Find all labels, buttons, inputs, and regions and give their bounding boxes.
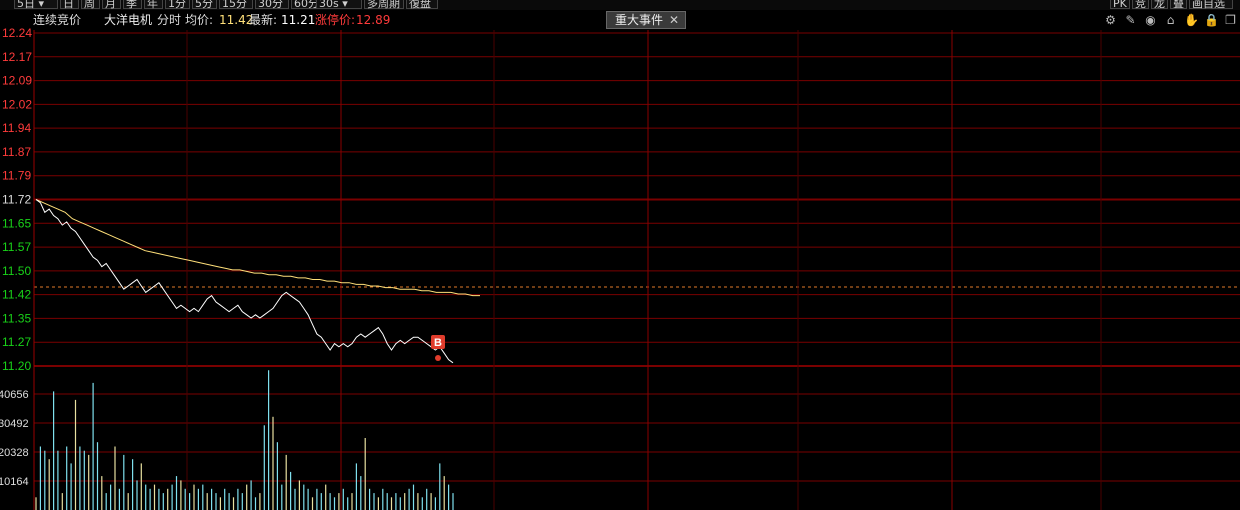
price-line (35, 199, 454, 364)
period-0[interactable]: 日 (60, 0, 79, 10)
right-tool-1[interactable]: 竞 (1132, 0, 1149, 10)
lock-icon[interactable]: 🔒 (1204, 14, 1219, 27)
chart-grid (34, 32, 1240, 482)
right-tool-3[interactable]: 叠 (1170, 0, 1187, 10)
period-toolbar: 5日 ▾ 日周月季年 1分 5分 15分 30分 60分 30s ▾ 多周期 復盘 PK 竞龙叠画自选 (0, 0, 1240, 10)
stock-name[interactable]: 大洋电机 (104, 10, 152, 30)
period-1[interactable]: 周 (81, 0, 100, 10)
latest-label: 最新: (249, 13, 278, 27)
chart-area[interactable]: 12.2412.1712.0912.0211.9411.8711.7911.72… (0, 0, 1240, 510)
price-axis: 12.2412.1712.0912.0211.9411.8711.7911.72… (2, 26, 32, 373)
price-tick: 11.20 (2, 359, 31, 373)
right-tool-4[interactable]: 画自选 (1189, 0, 1233, 10)
limit-up-label: 涨停价: (315, 13, 356, 27)
eye-icon[interactable]: ◉ (1144, 14, 1157, 27)
chart-vertical-grid (33, 30, 1102, 510)
period-7[interactable]: 15分 (219, 0, 253, 10)
major-events-tab[interactable]: 重大事件 ✕ (606, 11, 686, 29)
price-tick: 11.87 (2, 145, 31, 159)
period-6[interactable]: 5分 (192, 0, 217, 10)
buy-marker-dot (435, 355, 441, 361)
price-tick: 11.27 (2, 335, 31, 349)
volume-bars (35, 370, 454, 510)
multi-period-button[interactable]: 多周期 (364, 0, 404, 10)
latest-value: 11.21 (281, 13, 316, 27)
buy-marker-label: B (434, 337, 442, 349)
right-tool-0[interactable]: PK (1110, 0, 1130, 10)
price-tick: 11.72 (2, 193, 31, 207)
price-tick: 12.02 (2, 97, 32, 111)
price-tick: 12.09 (2, 74, 32, 88)
price-tick: 11.65 (2, 216, 31, 230)
avg-label: 均价: (185, 13, 214, 27)
price-tick: 11.35 (2, 311, 31, 325)
volume-tick: 40656 (0, 389, 29, 401)
price-tick: 11.42 (2, 288, 31, 302)
basket-icon[interactable]: ⌂ (1164, 14, 1177, 27)
price-tick: 11.57 (2, 240, 31, 254)
period-2[interactable]: 月 (102, 0, 121, 10)
copy-icon[interactable]: ❐ (1224, 14, 1237, 27)
period-5[interactable]: 1分 (165, 0, 190, 10)
buy-marker[interactable]: B (431, 335, 445, 361)
period-3[interactable]: 季 (123, 0, 142, 10)
pen-icon[interactable]: ✎ (1124, 14, 1137, 27)
auction-status: 连续竞价 (33, 13, 82, 27)
hand-icon[interactable]: ✋ (1184, 14, 1199, 27)
volume-axis: 40656 30492 20328 10164 (0, 389, 29, 488)
price-tick: 11.79 (2, 169, 31, 183)
close-icon[interactable]: ✕ (669, 12, 679, 28)
limit-up-value: 12.89 (356, 13, 391, 27)
volume-tick: 10164 (0, 476, 29, 488)
volume-tick: 20328 (0, 447, 29, 459)
settings-icon[interactable]: ⚙ (1104, 14, 1117, 27)
price-tick: 11.94 (2, 121, 31, 135)
volume-tick: 30492 (0, 418, 29, 430)
period-8[interactable]: 30分 (255, 0, 289, 10)
chart-mode[interactable]: 分时 (157, 10, 181, 30)
price-tick: 12.17 (2, 50, 32, 64)
price-tick: 11.50 (2, 264, 31, 278)
period-4[interactable]: 年 (144, 0, 163, 10)
interval-select[interactable]: 30s ▾ (316, 0, 362, 10)
major-events-label: 重大事件 (615, 13, 664, 27)
replay-button[interactable]: 復盘 (406, 0, 438, 10)
right-tool-2[interactable]: 龙 (1151, 0, 1168, 10)
period-select[interactable]: 5日 ▾ (14, 0, 58, 10)
